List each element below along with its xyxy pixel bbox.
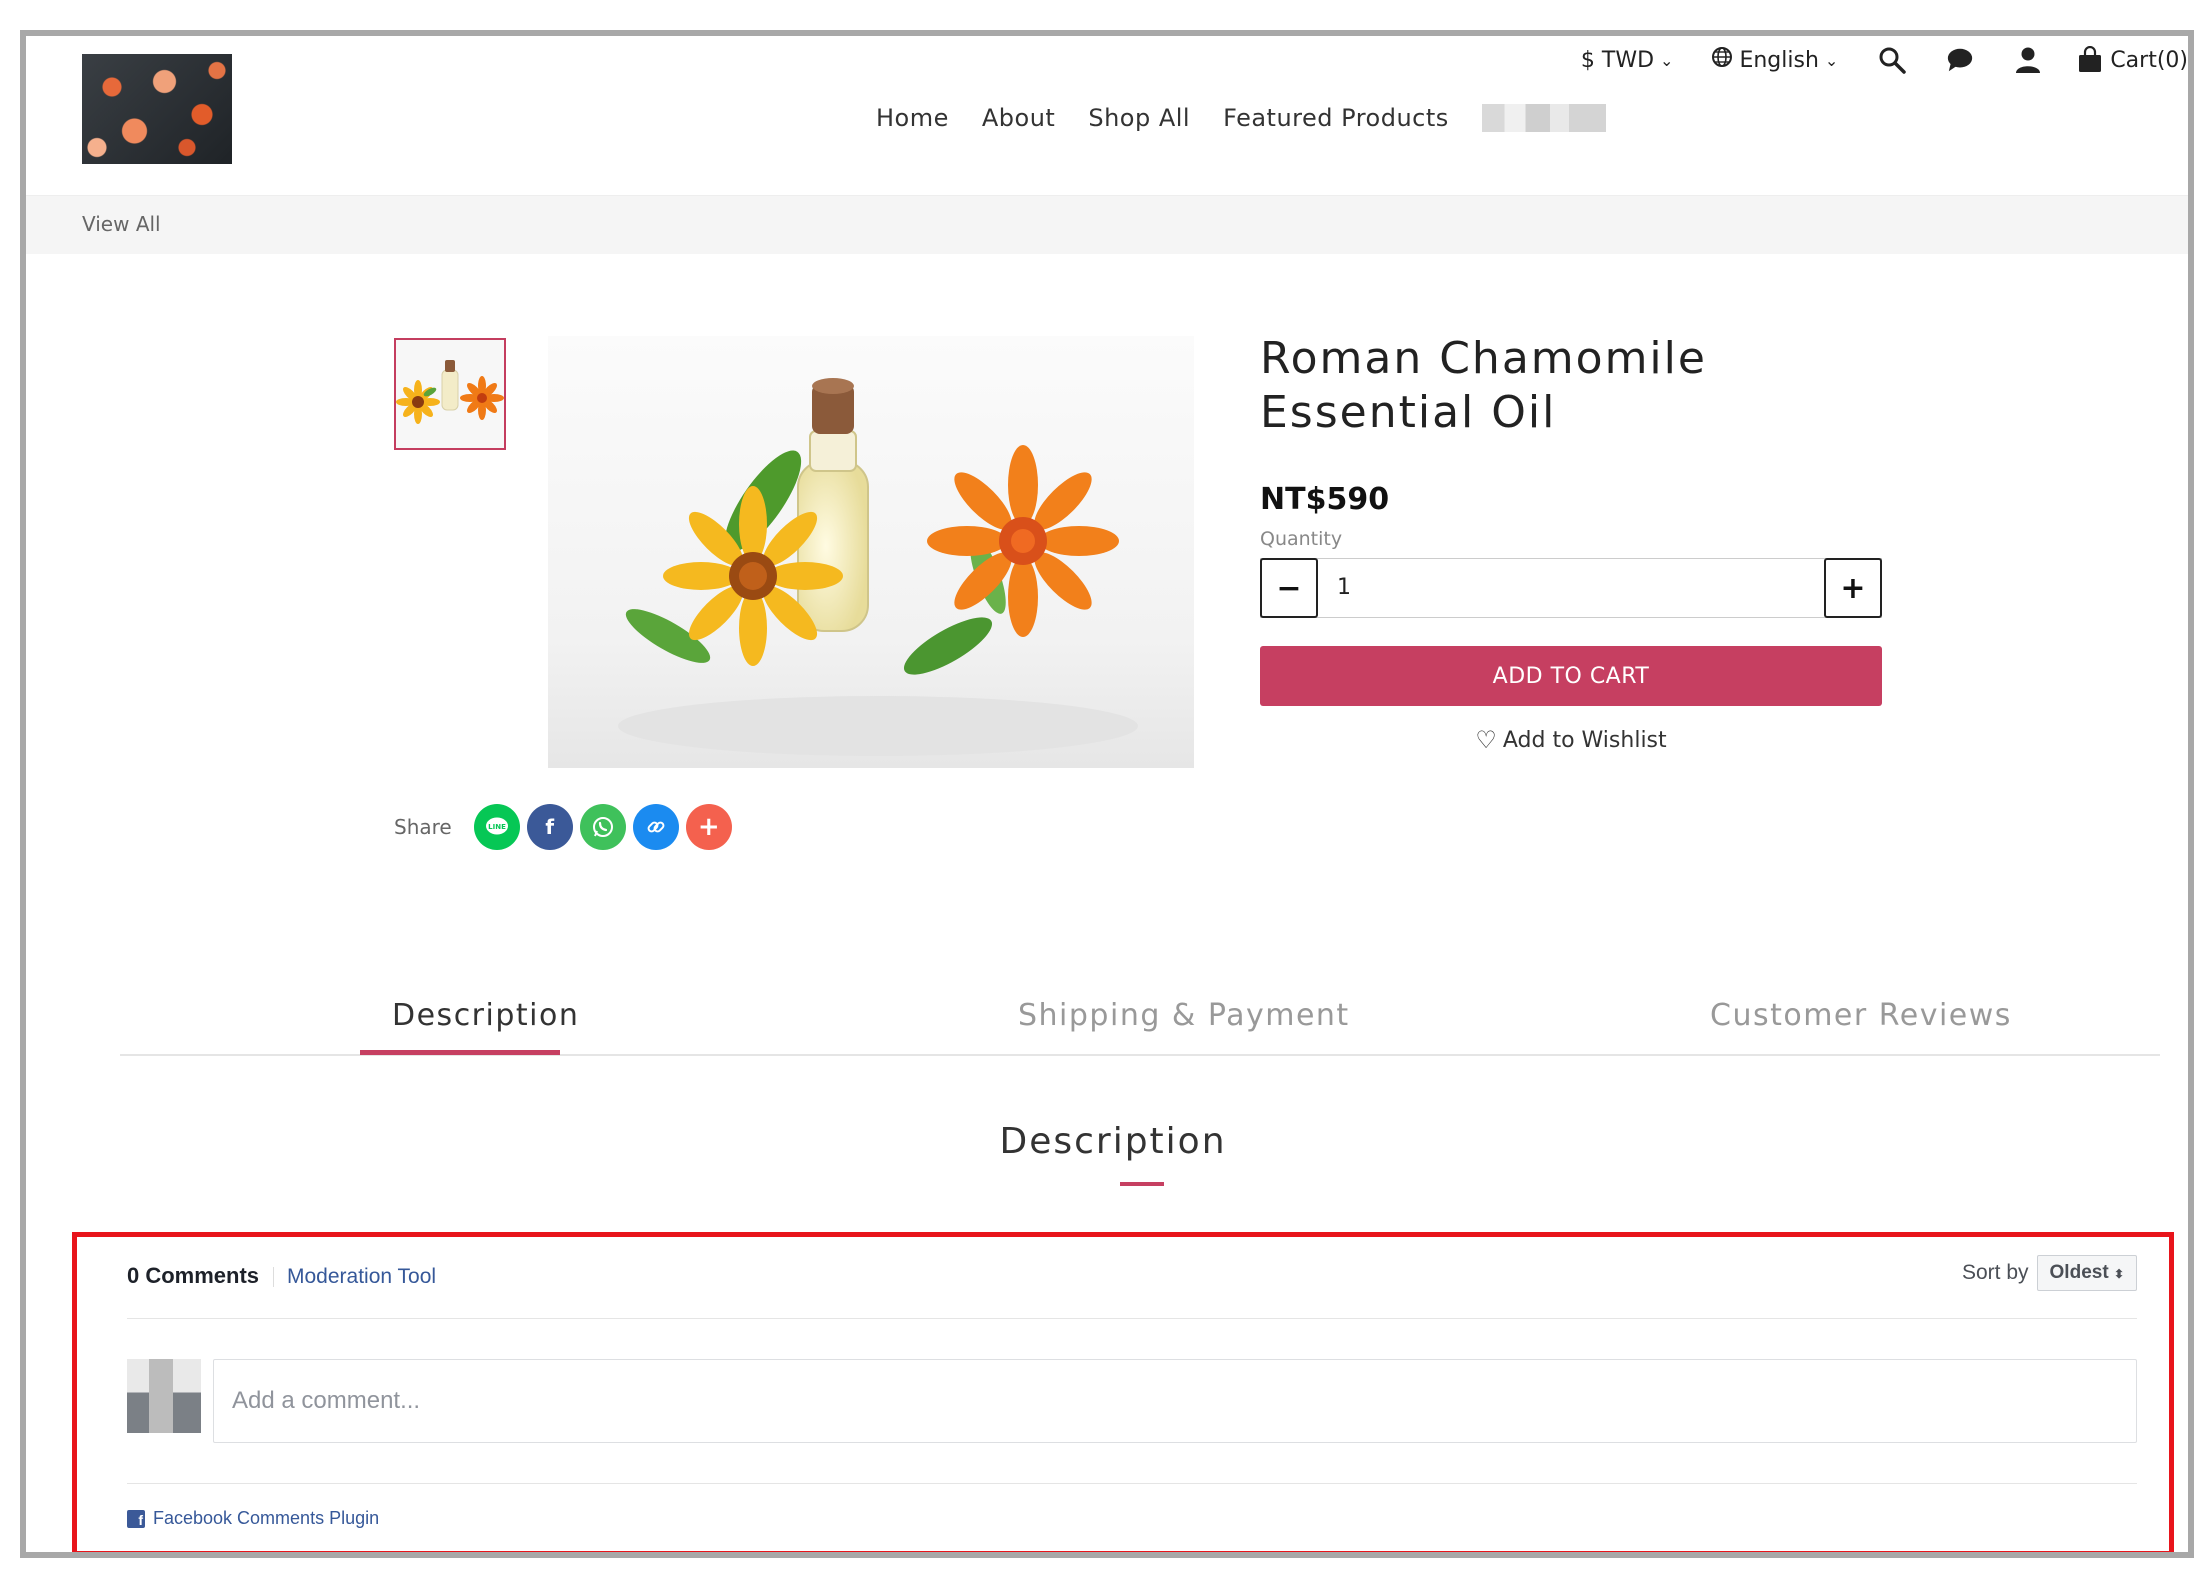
- comments-count: 0 Comments: [127, 1263, 260, 1288]
- svg-text:LINE: LINE: [488, 823, 506, 831]
- quantity-increase-button[interactable]: +: [1824, 558, 1882, 618]
- avatar: [127, 1359, 201, 1433]
- quantity-value[interactable]: 1: [1337, 575, 1351, 600]
- facebook-comments-box: 0 Comments Moderation Tool Sort by Oldes…: [72, 1232, 2174, 1552]
- tab-customer-reviews[interactable]: Customer Reviews: [1710, 998, 2012, 1033]
- utility-bar: $ TWD ⌄ English ⌄ Cart(0): [1543, 42, 2188, 78]
- store-logo[interactable]: [82, 54, 232, 164]
- sort-select[interactable]: Oldest ⬍: [2036, 1255, 2137, 1291]
- comment-input-box[interactable]: [213, 1359, 2137, 1443]
- product-tabs: Description Shipping & Payment Customer …: [120, 994, 2160, 1056]
- whatsapp-share-icon[interactable]: [579, 804, 626, 850]
- tab-shipping-payment[interactable]: Shipping & Payment: [1018, 998, 1350, 1033]
- moderation-tool-link[interactable]: Moderation Tool: [287, 1265, 436, 1289]
- site-header: $ TWD ⌄ English ⌄ Cart(0) Home About Sho…: [26, 36, 2188, 196]
- search-icon[interactable]: [1878, 46, 1907, 74]
- sort-by-label: Sort by: [1962, 1261, 2029, 1284]
- nav-redacted-item[interactable]: [1481, 104, 1606, 132]
- nav-about[interactable]: About: [982, 104, 1055, 132]
- quantity-stepper: − 1 +: [1260, 558, 1882, 618]
- quantity-label: Quantity: [1260, 528, 1343, 550]
- sort-value: Oldest: [2049, 1262, 2109, 1283]
- product-price: NT$590: [1260, 482, 1390, 517]
- language-label: English: [1739, 47, 1819, 73]
- product-title: Roman Chamomile Essential Oil: [1260, 332, 1860, 440]
- page-frame: $ TWD ⌄ English ⌄ Cart(0) Home About Sho…: [20, 30, 2194, 1558]
- main-nav: Home About Shop All Featured Products: [876, 104, 1606, 132]
- cart-label: Cart(0): [2110, 47, 2188, 73]
- language-selector[interactable]: English ⌄: [1711, 46, 1838, 74]
- facebook-share-icon[interactable]: f: [526, 804, 573, 850]
- line-share-icon[interactable]: LINE: [473, 804, 520, 850]
- facebook-icon: f: [127, 1509, 145, 1528]
- more-share-icon[interactable]: +: [685, 804, 732, 850]
- comments-footer: f Facebook Comments Plugin: [127, 1483, 2137, 1543]
- sort-arrows-icon: ⬍: [2113, 1267, 2124, 1281]
- share-label: Share: [394, 815, 452, 839]
- active-tab-indicator: [360, 1050, 560, 1055]
- cart-button[interactable]: Cart(0): [2076, 46, 2188, 74]
- product-main-image[interactable]: [548, 336, 1194, 768]
- sort-control: Sort by Oldest ⬍: [1962, 1255, 2137, 1291]
- tab-description[interactable]: Description: [392, 998, 579, 1033]
- chat-icon[interactable]: [1946, 46, 1974, 74]
- view-all-link[interactable]: View All: [82, 212, 161, 236]
- nav-home[interactable]: Home: [876, 104, 949, 132]
- plugin-label: Facebook Comments Plugin: [153, 1508, 380, 1528]
- add-to-cart-button[interactable]: ADD TO CART: [1260, 646, 1882, 706]
- quantity-decrease-button[interactable]: −: [1260, 558, 1318, 618]
- nav-shop-all[interactable]: Shop All: [1088, 104, 1190, 132]
- chevron-down-icon: ⌄: [1824, 50, 1839, 70]
- add-to-wishlist-button[interactable]: ♡ Add to Wishlist: [1260, 726, 1882, 754]
- divider: [273, 1267, 274, 1287]
- share-bar: Share LINE f +: [394, 804, 739, 850]
- breadcrumb: View All: [26, 196, 2188, 254]
- product-thumbnail[interactable]: [394, 338, 506, 450]
- copy-link-icon[interactable]: [632, 804, 679, 850]
- comments-header: 0 Comments Moderation Tool Sort by Oldes…: [127, 1255, 2137, 1319]
- section-title: Description: [999, 1121, 1227, 1162]
- currency-label: $ TWD: [1580, 47, 1655, 73]
- user-icon[interactable]: [2014, 46, 2042, 74]
- product-title-line2: Essential Oil: [1260, 387, 1557, 438]
- comment-input[interactable]: [214, 1360, 2136, 1442]
- facebook-plugin-link[interactable]: f Facebook Comments Plugin: [127, 1508, 379, 1529]
- product-title-line1: Roman Chamomile: [1260, 333, 1707, 384]
- chevron-down-icon: ⌄: [1660, 50, 1674, 70]
- currency-selector[interactable]: $ TWD ⌄: [1581, 48, 1674, 73]
- heart-icon: ♡: [1475, 726, 1497, 754]
- nav-featured-products[interactable]: Featured Products: [1223, 104, 1449, 132]
- section-title-accent: [1120, 1182, 1164, 1186]
- wishlist-label: Add to Wishlist: [1502, 727, 1667, 753]
- globe-icon: [1711, 46, 1733, 74]
- shopping-bag-icon: [2079, 46, 2102, 72]
